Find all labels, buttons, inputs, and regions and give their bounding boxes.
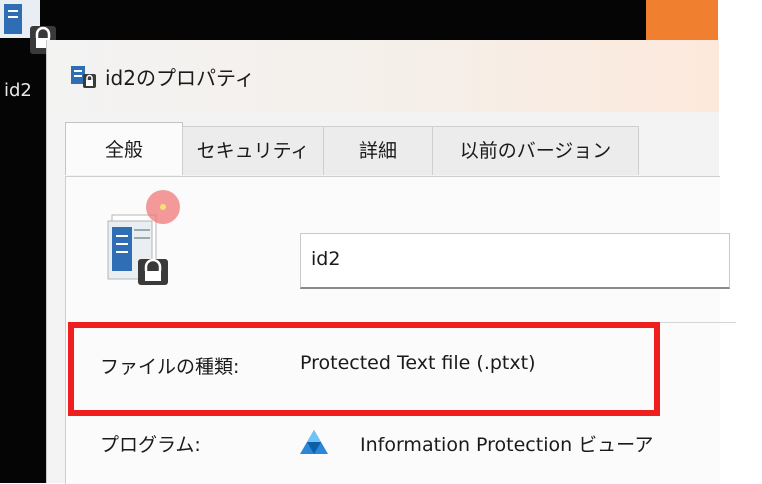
desktop-background-left <box>0 0 46 483</box>
properties-dialog: id2のプロパティ 全般 セキュリティ 詳細 以前のバージョン id2 <box>46 40 736 484</box>
desktop-accent <box>646 0 718 40</box>
title-bar[interactable]: id2のプロパティ <box>47 40 719 112</box>
program-value: Information Protection ビューア <box>360 434 654 456</box>
tab-details[interactable]: 詳細 <box>323 126 433 175</box>
information-protection-icon <box>300 430 328 454</box>
cursor-indicator <box>146 190 180 224</box>
tab-general[interactable]: 全般 <box>65 122 183 175</box>
protected-file-icon <box>71 66 96 88</box>
tab-previous-versions[interactable]: 以前のバージョン <box>432 126 639 175</box>
program-label: プログラム: <box>100 434 201 456</box>
file-name-input[interactable]: id2 <box>300 233 730 289</box>
tab-security[interactable]: セキュリティ <box>182 126 324 175</box>
dialog-title: id2のプロパティ <box>105 66 255 90</box>
highlight-box <box>68 322 660 416</box>
desktop-file-label[interactable]: id2 <box>4 80 32 101</box>
